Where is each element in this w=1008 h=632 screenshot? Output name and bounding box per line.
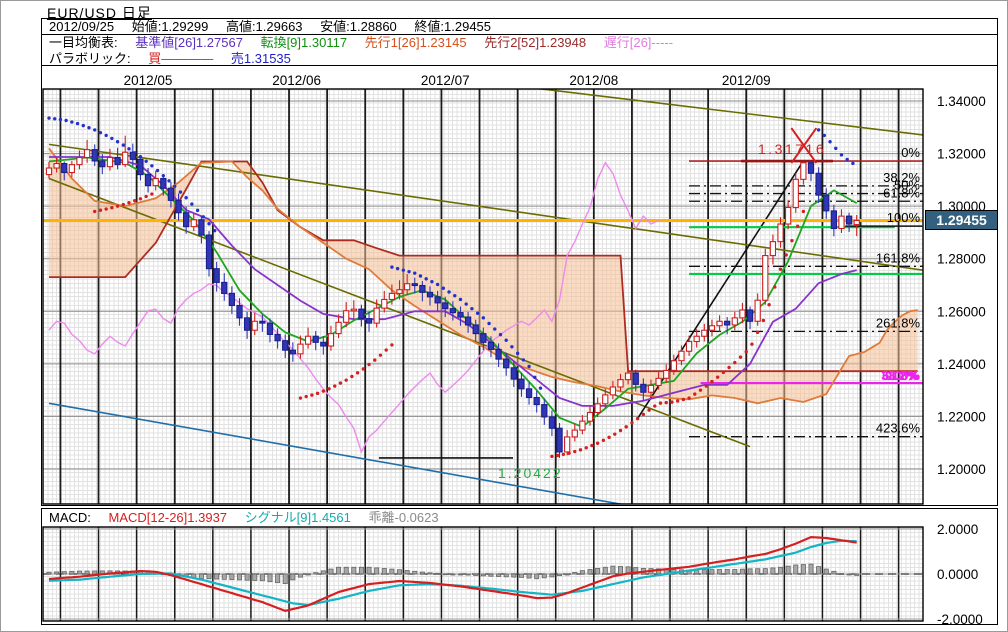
month-axis-label: 2012/07 — [421, 73, 470, 88]
month-axis-label: 2012/06 — [272, 73, 321, 88]
month-axis-label: 2012/05 — [124, 73, 173, 88]
fib2-label: 38.2% — [881, 368, 918, 383]
price-axis-label: 1.22000 — [937, 409, 986, 424]
current-price-badge: 1.29455 — [925, 210, 998, 230]
chart-canvas[interactable]: 0%38.2%50%61.8%100%161.8%261.8%423.6%100… — [1, 1, 1008, 632]
price-axis-label: 1.20000 — [937, 462, 986, 477]
price-axis-label: 1.28000 — [937, 252, 986, 267]
fib-label-100%: 100% — [887, 210, 921, 225]
month-axis-label: 2012/09 — [722, 73, 771, 88]
fib-label-161.8%: 161.8% — [876, 250, 921, 265]
month-axis-label: 2012/08 — [569, 73, 618, 88]
macd-axis-label: 2.0000 — [937, 522, 978, 537]
price-axis-label: 1.24000 — [937, 357, 986, 372]
fib-label-261.8%: 261.8% — [876, 315, 921, 330]
low-price-annotation: 1.20422 — [498, 465, 563, 481]
macd-axis-label: -2.0000 — [937, 612, 983, 627]
peak-price-annotation: 1.31716 — [758, 141, 826, 157]
price-axis-label: 1.34000 — [937, 94, 986, 109]
price-axis-label: 1.26000 — [937, 304, 986, 319]
chart-window: EUR/USD 日足 2012/09/25 始値:1.29299 高値:1.29… — [0, 0, 1008, 632]
fib-label-0%: 0% — [901, 145, 920, 160]
macd-axis-label: 0.0000 — [937, 567, 978, 582]
price-axis-label: 1.32000 — [937, 147, 986, 162]
fib-label-61.8%: 61.8% — [883, 185, 920, 200]
fib-label-423.6%: 423.6% — [876, 421, 921, 436]
